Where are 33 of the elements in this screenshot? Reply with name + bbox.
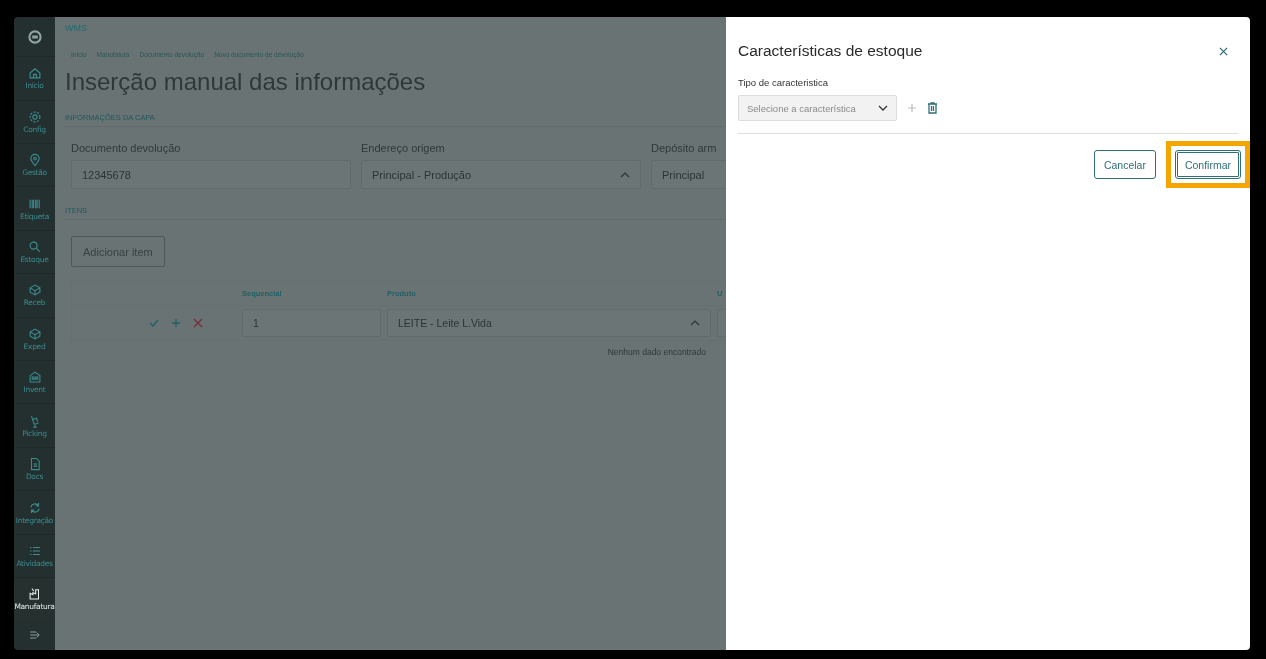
field-label: Depósito arm	[651, 142, 718, 154]
field-label: Tipo de caracteristica	[738, 77, 829, 88]
sidebar-item-icon	[27, 153, 42, 168]
sidebar-item-icon	[27, 283, 42, 298]
caret-up-icon	[690, 320, 700, 326]
chevron-down-icon	[878, 105, 888, 111]
sidebar-item-icon	[27, 370, 42, 385]
input-field[interactable]: 12345678	[71, 160, 351, 189]
logo-icon	[27, 29, 42, 44]
select-field[interactable]: LEITE - Leite L.Vida	[387, 309, 711, 337]
collapse-menu-icon[interactable]	[28, 629, 41, 642]
trash-icon[interactable]	[927, 102, 938, 114]
select-field[interactable]: Selecione a característica	[738, 95, 897, 121]
input-field[interactable]: 1	[242, 309, 381, 337]
field-label: Documento devolução	[71, 142, 182, 154]
sidebar-item-icon	[27, 240, 42, 254]
cancel-button[interactable]: Cancelar	[1093, 150, 1156, 179]
app-name: WMS	[65, 23, 88, 35]
field-label: Endereço origem	[361, 142, 446, 154]
select-field[interactable]: Principal - Produção	[361, 160, 641, 189]
drawer-title: Características de estoque	[738, 42, 923, 60]
sidebar-item-icon	[27, 66, 42, 81]
page-title: Inserção manual das informações	[65, 68, 427, 96]
sidebar-item-icon	[27, 587, 42, 602]
close-icon[interactable]	[1219, 46, 1228, 56]
check-icon[interactable]	[149, 318, 159, 328]
plus-icon[interactable]	[171, 318, 181, 328]
sidebar-item-icon	[27, 500, 42, 515]
sidebar-item-icon	[27, 326, 42, 341]
confirm-button[interactable]: Confirmar	[1174, 150, 1241, 179]
caret-up-icon	[620, 171, 630, 178]
sidebar-item-icon	[27, 109, 42, 124]
input-field[interactable]: Principal	[651, 160, 726, 189]
